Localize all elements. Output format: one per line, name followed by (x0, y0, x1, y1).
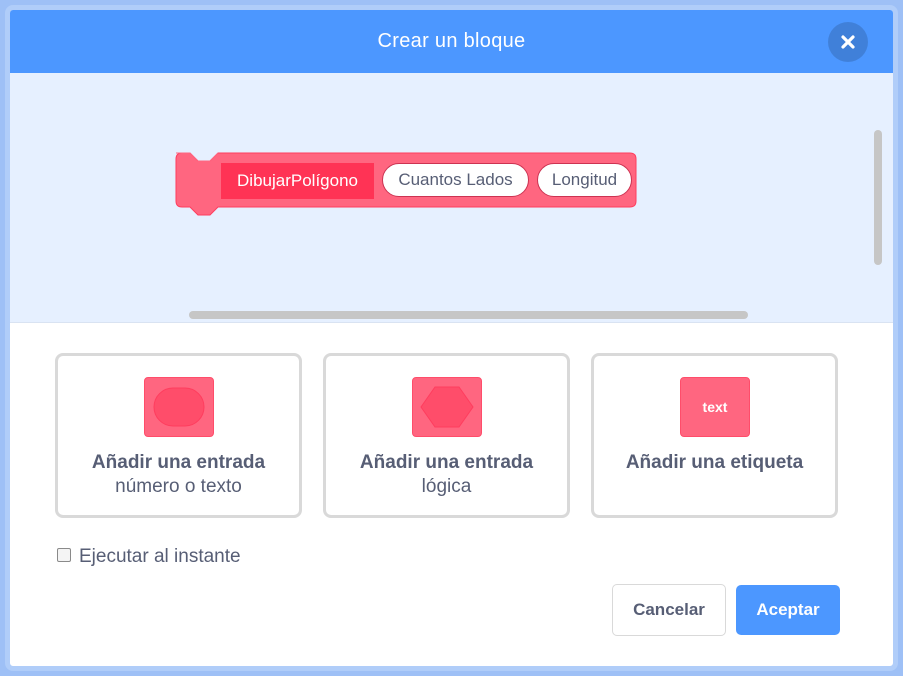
add-boolean-input-button[interactable]: Añadir una entrada lógica (323, 353, 570, 518)
block-name-field[interactable]: DibujarPolígono (221, 163, 374, 199)
ok-button[interactable]: Aceptar (736, 585, 840, 635)
option-title: Añadir una entrada (91, 452, 266, 473)
dialog-title: Crear un bloque (377, 30, 526, 52)
block-input-cuantos-lados[interactable]: Cuantos Lados (382, 163, 529, 197)
option-title: Añadir una entrada (359, 452, 534, 473)
label-icon-text: text (702, 399, 728, 415)
close-button[interactable] (828, 22, 868, 62)
add-label-button[interactable]: text Añadir una etiqueta (591, 353, 838, 518)
vertical-scrollbar[interactable] (874, 130, 882, 265)
add-number-text-input-button[interactable]: Añadir una entrada número o texto (55, 353, 302, 518)
label-icon: text (680, 377, 750, 437)
block-preview-workspace: DibujarPolígono Cuantos Lados Longitud (10, 73, 893, 323)
dialog-header: Crear un bloque (10, 10, 893, 73)
option-subtitle: lógica (421, 476, 472, 497)
run-without-refresh-label: Ejecutar al instante (79, 546, 241, 567)
horizontal-scrollbar[interactable] (189, 311, 748, 319)
option-title: Añadir una etiqueta (625, 452, 804, 473)
run-without-refresh-row[interactable]: Ejecutar al instante (57, 544, 241, 570)
block-input-longitud[interactable]: Longitud (537, 163, 632, 197)
round-input-icon (144, 377, 214, 437)
boolean-input-icon (412, 377, 482, 437)
option-subtitle: número o texto (115, 476, 242, 497)
run-without-refresh-checkbox[interactable] (57, 548, 71, 562)
cancel-button[interactable]: Cancelar (612, 584, 726, 636)
close-icon (841, 35, 855, 49)
create-block-dialog: Crear un bloque DibujarPolígono Cuantos … (5, 5, 898, 671)
